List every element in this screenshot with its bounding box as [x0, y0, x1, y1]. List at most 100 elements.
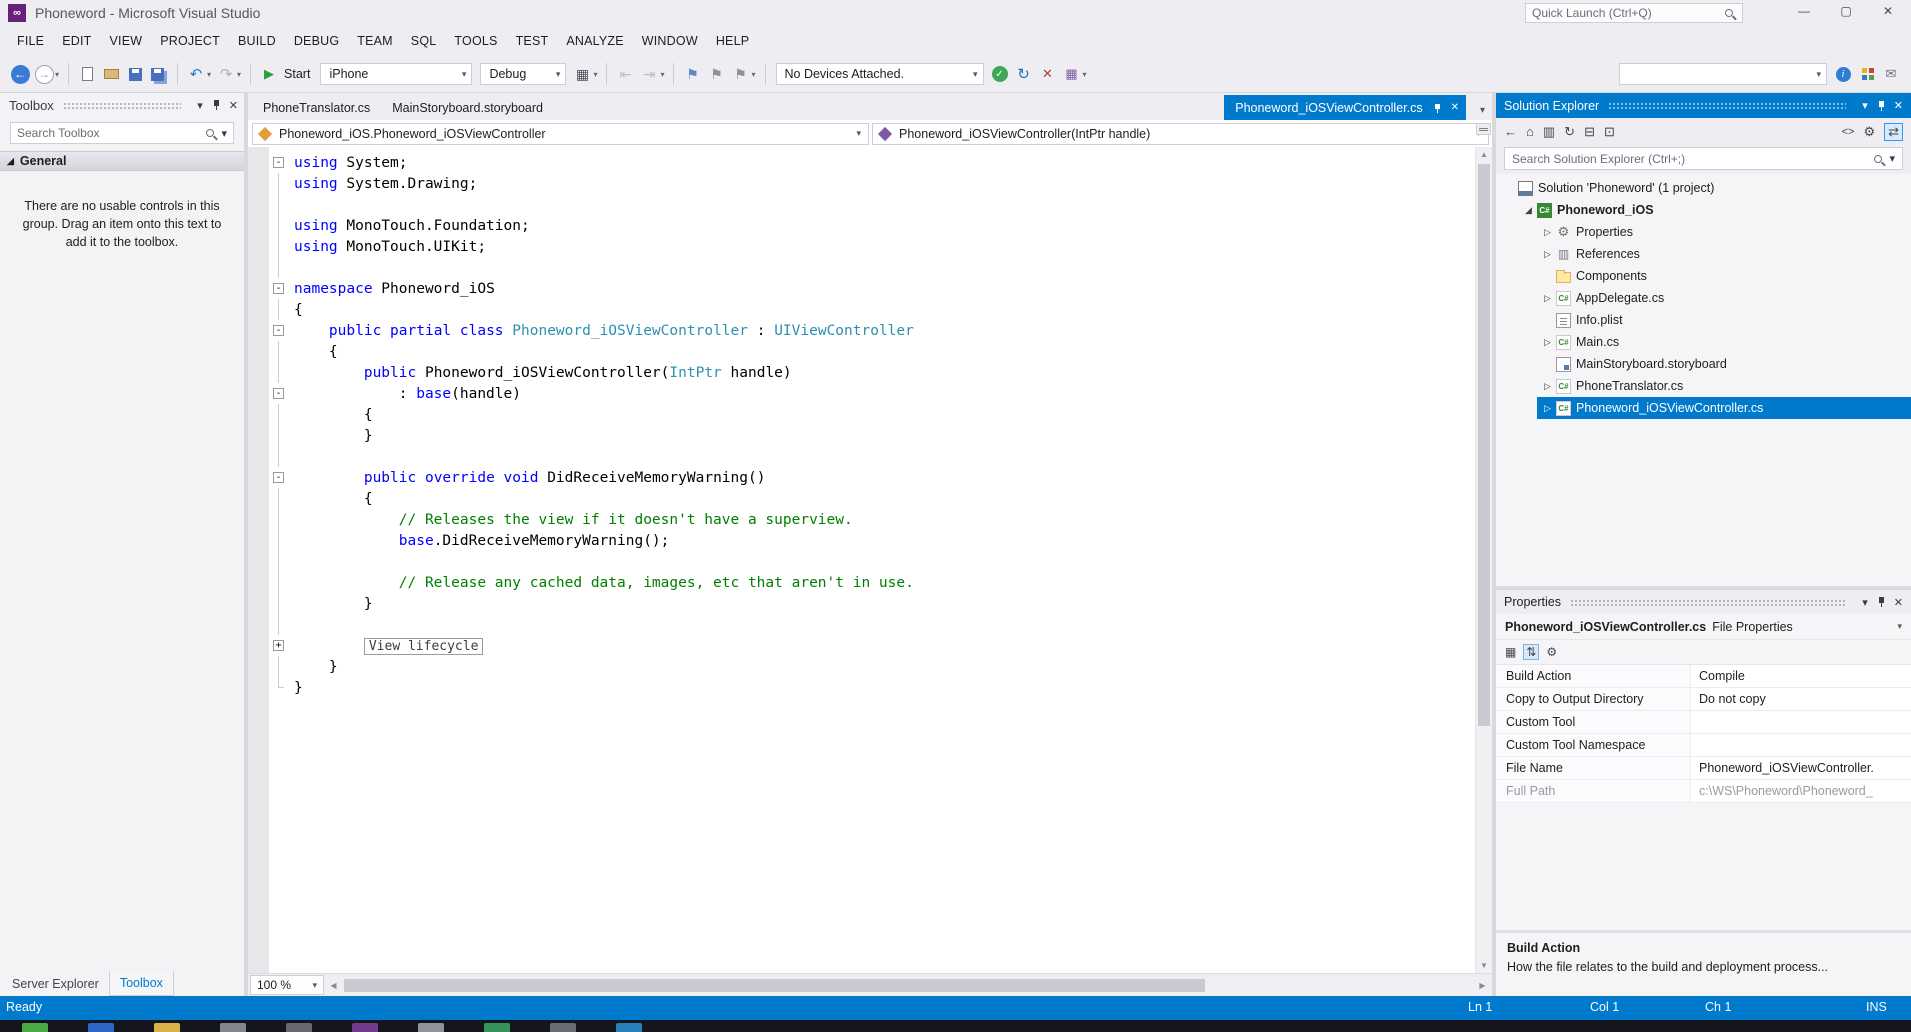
menu-item-view[interactable]: VIEW [100, 34, 151, 48]
navigate-forward-icon[interactable]: → [34, 63, 54, 85]
expand-region-icon[interactable]: + [273, 640, 284, 651]
collapse-region-icon[interactable]: - [273, 157, 284, 168]
tree-item[interactable]: ▷PhoneTranslator.cs [1496, 375, 1911, 397]
maximize-button[interactable]: ▢ [1825, 0, 1867, 22]
tab-server-explorer[interactable]: Server Explorer [2, 971, 109, 996]
error-list-icon[interactable]: ✕ [1038, 63, 1058, 85]
minimize-button[interactable]: — [1783, 0, 1825, 22]
property-value[interactable]: Phoneword_iOSViewController. [1691, 757, 1911, 779]
open-file-icon[interactable] [101, 63, 121, 85]
collapse-region-icon[interactable]: - [273, 325, 284, 336]
zoom-combo[interactable]: 100 % ▾ [250, 975, 324, 995]
tree-expand-arrow[interactable]: ▷ [1541, 249, 1554, 260]
solution-explorer-search-box[interactable]: ▾ [1504, 147, 1903, 170]
chevron-down-icon[interactable]: ▾ [197, 99, 203, 112]
horizontal-scroll-thumb[interactable] [344, 979, 1205, 992]
property-value[interactable] [1691, 711, 1911, 733]
close-button[interactable]: ✕ [1867, 0, 1909, 22]
properties-header[interactable]: Properties ▾ ✕ [1496, 590, 1911, 614]
tab-toolbox[interactable]: Toolbox [109, 971, 174, 996]
tree-item[interactable]: ▷Phoneword_iOSViewController.cs [1496, 397, 1911, 419]
alphabetical-sort-icon[interactable]: ⇅ [1523, 644, 1539, 660]
collapse-region-icon[interactable]: - [273, 388, 284, 399]
taskbar-app-5[interactable] [352, 1023, 378, 1032]
taskbar-app-2[interactable] [154, 1023, 180, 1032]
chevron-down-icon[interactable]: ▾ [1083, 70, 1087, 79]
property-value[interactable]: Do not copy [1691, 688, 1911, 710]
tree-item[interactable]: ▷Properties [1496, 221, 1911, 243]
quick-launch-input[interactable] [1532, 6, 1722, 20]
tree-item[interactable]: Components [1496, 265, 1911, 287]
solution-explorer-header[interactable]: Solution Explorer ▾ ✕ [1496, 93, 1911, 118]
taskbar-app-4[interactable] [286, 1023, 312, 1032]
send-feedback-icon[interactable]: ✉ [1881, 63, 1901, 85]
step-into-icon[interactable]: ⇤ [615, 63, 635, 85]
types-dropdown[interactable]: Phoneword_iOS.Phoneword_iOSViewControlle… [252, 123, 869, 145]
menu-item-sql[interactable]: SQL [402, 34, 446, 48]
feedback-icon[interactable] [1857, 63, 1877, 85]
property-value[interactable] [1691, 734, 1911, 756]
back-icon[interactable]: ← [1504, 124, 1517, 139]
collapse-region-icon[interactable]: - [273, 472, 284, 483]
menu-item-debug[interactable]: DEBUG [285, 34, 348, 48]
toolbox-header[interactable]: Toolbox ▾ ✕ [0, 93, 244, 117]
undo-icon[interactable]: ↶ [186, 63, 206, 85]
home-icon[interactable]: ⌂ [1526, 124, 1534, 139]
refresh-icon[interactable]: ↻ [1564, 124, 1575, 140]
chevron-down-icon[interactable]: ▾ [751, 70, 755, 79]
menu-item-build[interactable]: BUILD [229, 34, 285, 48]
pin-icon[interactable] [1876, 596, 1887, 608]
property-pages-icon[interactable]: ⚙ [1546, 645, 1557, 659]
drag-grip[interactable] [1570, 599, 1846, 606]
start-orb[interactable] [22, 1023, 48, 1032]
tree-expand-arrow[interactable]: ▷ [1541, 337, 1554, 348]
document-list-chevron-icon[interactable]: ▾ [1480, 105, 1485, 990]
chevron-down-icon[interactable]: ▾ [207, 70, 211, 79]
switch-views-icon[interactable]: ▥ [1543, 124, 1555, 140]
drag-grip[interactable] [1608, 102, 1846, 109]
close-icon[interactable]: ✕ [1894, 99, 1903, 112]
new-file-icon[interactable] [77, 63, 97, 85]
toolbox-search-input[interactable] [17, 126, 203, 140]
document-tab[interactable]: Phoneword_iOSViewController.cs✕ [1224, 95, 1466, 120]
document-tab[interactable]: MainStoryboard.storyboard [381, 95, 554, 120]
menu-item-team[interactable]: TEAM [348, 34, 402, 48]
tree-expand-arrow[interactable]: ▷ [1541, 403, 1554, 414]
show-all-files-icon[interactable]: ⊡ [1604, 124, 1615, 140]
scroll-left-icon[interactable]: ◀ [326, 977, 341, 994]
chevron-down-icon[interactable]: ▾ [55, 70, 59, 79]
solution-platform-icon[interactable]: ▦ [572, 63, 592, 85]
pin-icon[interactable] [1876, 100, 1887, 112]
save-icon[interactable] [125, 63, 145, 85]
menu-item-help[interactable]: HELP [707, 34, 758, 48]
tree-collapse-arrow[interactable]: ◢ [1522, 205, 1535, 216]
document-tab[interactable]: PhoneTranslator.cs [252, 95, 381, 120]
properties-object-selector[interactable]: Phoneword_iOSViewController.cs File Prop… [1496, 614, 1911, 640]
pin-icon[interactable] [211, 99, 222, 111]
start-debug-label[interactable]: Start [284, 67, 310, 81]
menu-item-tools[interactable]: TOOLS [445, 34, 506, 48]
members-dropdown[interactable]: Phoneword_iOSViewController(IntPtr handl… [872, 123, 1489, 145]
redo-icon[interactable]: ↷ [216, 63, 236, 85]
package-icon[interactable]: ▦ [1062, 63, 1082, 85]
chevron-down-icon[interactable]: ▾ [221, 127, 227, 140]
tree-item[interactable]: Solution 'Phoneword' (1 project) [1496, 177, 1911, 199]
sync-with-active-document-icon[interactable]: ⇄ [1884, 123, 1903, 141]
tree-expand-arrow[interactable]: ▷ [1541, 293, 1554, 304]
menu-item-edit[interactable]: EDIT [53, 34, 100, 48]
taskbar-app-1[interactable] [88, 1023, 114, 1032]
navigate-back-icon[interactable]: ← [10, 63, 30, 85]
menu-item-test[interactable]: TEST [507, 34, 558, 48]
next-bookmark-icon[interactable]: ⚑ [706, 63, 726, 85]
taskbar-app-7[interactable] [484, 1023, 510, 1032]
taskbar-app-3[interactable] [220, 1023, 246, 1032]
taskbar-app-6[interactable] [418, 1023, 444, 1032]
tree-item[interactable]: ◢Phoneword_iOS [1496, 199, 1911, 221]
horizontal-scrollbar[interactable]: ◀ ▶ [326, 977, 1490, 994]
taskbar-app-8[interactable] [550, 1023, 576, 1032]
chevron-down-icon[interactable]: ▾ [237, 70, 241, 79]
tree-item[interactable]: MainStoryboard.storyboard [1496, 353, 1911, 375]
menu-item-window[interactable]: WINDOW [633, 34, 707, 48]
categorized-view-icon[interactable]: ▦ [1505, 645, 1516, 659]
chevron-down-icon[interactable]: ▾ [1862, 99, 1868, 112]
